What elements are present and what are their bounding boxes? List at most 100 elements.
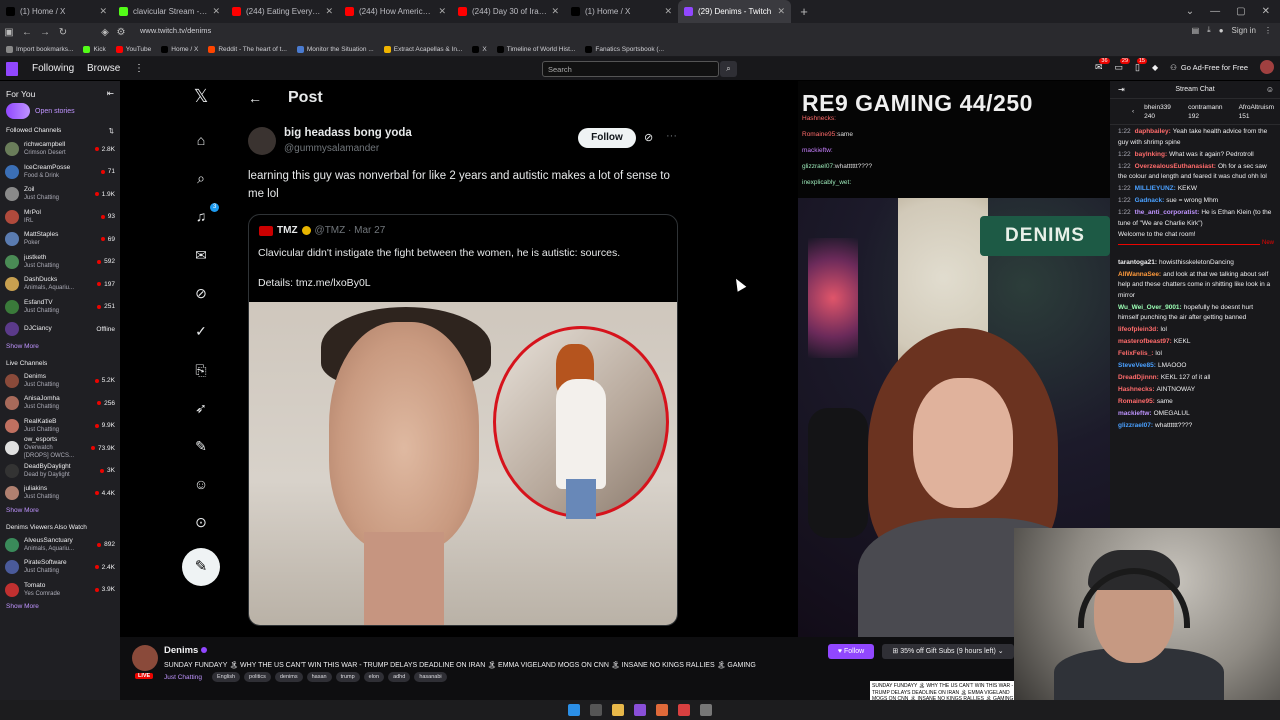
browser-tab[interactable]: (1) Home / X ✕	[0, 0, 113, 23]
stream-tag[interactable]: English	[212, 672, 241, 682]
sidebar-item-juliakins[interactable]: juliakins Just Chatting 4.4K	[0, 482, 120, 505]
users-icon[interactable]: ☺	[1266, 85, 1274, 94]
back-icon[interactable]: ←	[18, 24, 36, 42]
leaderboard-entry[interactable]: bhein339 240	[1144, 103, 1178, 121]
app-icon[interactable]	[634, 704, 646, 716]
sidebar-item-justketh[interactable]: justketh Just Chatting 592	[0, 251, 120, 274]
stream-tag[interactable]: denims	[274, 672, 303, 682]
stories-icon[interactable]	[6, 103, 30, 119]
show-more-followed[interactable]: Show More	[0, 341, 120, 356]
close-tab-icon[interactable]: ✕	[438, 6, 446, 17]
chat-username[interactable]: MILLIEYUNZ:	[1135, 185, 1176, 192]
settings-icon[interactable]	[700, 704, 712, 716]
chat-username[interactable]: mackieftw:	[1118, 410, 1152, 417]
bookmark-item[interactable]: Timeline of World Hist...	[496, 45, 575, 53]
minimize-icon[interactable]: —	[1210, 6, 1220, 17]
browser-tab[interactable]: (29) Denims - Twitch ✕	[678, 0, 791, 23]
chat-username[interactable]: daphbailey:	[1135, 128, 1171, 135]
site-settings-icon[interactable]: ⚙	[112, 24, 130, 42]
user-avatar[interactable]	[1260, 60, 1274, 74]
chat-username[interactable]: AllWannaSee:	[1118, 271, 1161, 278]
bookmark-item[interactable]: Kick	[83, 45, 106, 53]
sidebar-item-icecreamposse[interactable]: IceCreamPosse Food & Drink 71	[0, 161, 120, 184]
profile-icon[interactable]: ●	[1219, 26, 1224, 35]
sidebar-item-mrpol[interactable]: MrPol IRL 93	[0, 206, 120, 229]
stream-tag[interactable]: hasan	[306, 672, 332, 682]
sidebar-item-djciancy[interactable]: DJCiancy Offline	[0, 318, 120, 341]
gift-subs-button[interactable]: ⊞ 35% off Gift Subs (9 hours left) ⌄	[882, 644, 1014, 659]
close-icon[interactable]: ✕	[1262, 6, 1270, 17]
channel-avatar[interactable]	[132, 645, 158, 671]
search-icon[interactable]	[590, 704, 602, 716]
url-field[interactable]: www.twitch.tv/denims	[140, 26, 211, 35]
chat-username[interactable]: masterofbeast97:	[1118, 338, 1172, 345]
sidebar-item-piratesoftware[interactable]: PirateSoftware Just Chatting 2.4K	[0, 556, 120, 579]
stream-tag[interactable]: politics	[244, 672, 271, 682]
collapse-chat-icon[interactable]: ⇥	[1118, 85, 1125, 94]
chat-username[interactable]: the_anti_corporatist:	[1135, 209, 1200, 216]
chevron-left-icon[interactable]: ‹	[1132, 108, 1134, 115]
notifications-icon[interactable]: ▯ 15	[1135, 57, 1147, 73]
close-tab-icon[interactable]: ✕	[325, 6, 333, 17]
bookmark-item[interactable]: YouTube	[115, 45, 151, 53]
browser-tab[interactable]: (1) Home / X ✕	[565, 0, 678, 23]
new-tab-button[interactable]: +	[795, 3, 813, 21]
show-more-also[interactable]: Show More	[0, 601, 120, 616]
sidebar-item-richwcampbell[interactable]: richwcampbell Crimson Desert 2.8K	[0, 138, 120, 161]
chat-username[interactable]: tarantoga21:	[1118, 259, 1157, 266]
chat-username[interactable]: Romaine95:	[1118, 398, 1155, 405]
download-icon[interactable]: ⤓	[1207, 25, 1211, 35]
sidebar-item-realkatieb[interactable]: RealKatieB Just Chatting 9.9K	[0, 415, 120, 438]
stream-tag[interactable]: adhd	[388, 672, 411, 682]
sidebar-item-tomato[interactable]: Tomato Yes Comrade 3.9K	[0, 579, 120, 602]
chat-username[interactable]: glizzrael07:	[1118, 422, 1153, 429]
sidebar-item-mattstaples[interactable]: MattStaples Poker 69	[0, 228, 120, 251]
browser-tab[interactable]: (244) Day 30 of Iran War: What ✕	[452, 0, 565, 23]
browser-tab[interactable]: clavicular Stream - Watch Live o✕	[113, 0, 226, 23]
sidebar-item-zoil[interactable]: Zoil Just Chatting 1.9K	[0, 183, 120, 206]
open-stories-link[interactable]: Open stories	[35, 108, 75, 115]
stream-tag[interactable]: trump	[335, 672, 360, 682]
stream-tag[interactable]: hasanabi	[414, 672, 447, 682]
close-tab-icon[interactable]: ✕	[212, 6, 220, 17]
chrome-icon[interactable]	[678, 704, 690, 716]
close-tab-icon[interactable]: ✕	[777, 6, 785, 17]
show-more-live[interactable]: Show More	[0, 505, 120, 520]
video-player[interactable]: 𝕏 ⌂ ⌕ ♫ 3 ✉ ⊘ ✓ ⎘ ➶ ✎ ☺ ⊙ ✎ ← Post big he…	[120, 81, 1120, 637]
reload-icon[interactable]: ↻	[54, 24, 72, 42]
collapse-icon[interactable]: ⇤	[107, 88, 114, 99]
chat-username[interactable]: OverzealousEuthanasiast:	[1135, 163, 1216, 170]
close-tab-icon[interactable]: ✕	[551, 6, 559, 17]
sidebar-item-anisajomha[interactable]: AnisaJomha Just Chatting 256	[0, 392, 120, 415]
bookmark-item[interactable]: Reddit - The heart of t...	[208, 45, 287, 53]
more-icon[interactable]: ⋮	[134, 63, 144, 74]
bookmark-item[interactable]: Home / X	[161, 45, 198, 53]
leaderboard-entry[interactable]: contramann 192	[1188, 103, 1228, 121]
close-tab-icon[interactable]: ✕	[664, 6, 672, 17]
sidebar-item-esfandtv[interactable]: EsfandTV Just Chatting 251	[0, 296, 120, 319]
follow-button[interactable]: ♥ Follow	[828, 644, 874, 659]
sidebar-toggle-icon[interactable]: ▣	[0, 24, 18, 42]
sidebar-item-alveussanctuary[interactable]: AlveusSanctuary Animals, Aquariu... 892	[0, 534, 120, 557]
sidebar-item-denims[interactable]: Denims Just Chatting 5.2K	[0, 370, 120, 393]
channel-name[interactable]: Denims	[164, 645, 208, 656]
leaderboard-entry[interactable]: AfroAltruism 151	[1239, 103, 1280, 121]
file-explorer-icon[interactable]	[612, 704, 624, 716]
sort-icon[interactable]: ⇅	[109, 127, 114, 135]
chat-username[interactable]: Wu_Wei_Over_9001:	[1118, 304, 1182, 311]
chat-username[interactable]: DreadDjinnn:	[1118, 374, 1159, 381]
chevron-down-icon[interactable]: ⌄	[1186, 6, 1194, 17]
menu-icon[interactable]: ⋮	[1264, 26, 1272, 35]
start-icon[interactable]	[568, 704, 580, 716]
nav-following[interactable]: Following	[32, 63, 74, 74]
nav-browse[interactable]: Browse	[87, 63, 120, 74]
bookmark-item[interactable]: Monitor the Situation ...	[296, 45, 374, 53]
twitch-logo-icon[interactable]	[6, 62, 18, 76]
browser-tab[interactable]: (244) Eating Everything At Ame ✕	[226, 0, 339, 23]
firefox-icon[interactable]	[656, 704, 668, 716]
chat-username[interactable]: lifeofplein3d:	[1118, 326, 1158, 333]
bookmark-item[interactable]: X	[472, 45, 487, 53]
chat-username[interactable]: baylnking:	[1135, 151, 1168, 158]
browser-tab[interactable]: (244) How America's Largest B ✕	[339, 0, 452, 23]
stream-tag[interactable]: elon	[363, 672, 385, 682]
